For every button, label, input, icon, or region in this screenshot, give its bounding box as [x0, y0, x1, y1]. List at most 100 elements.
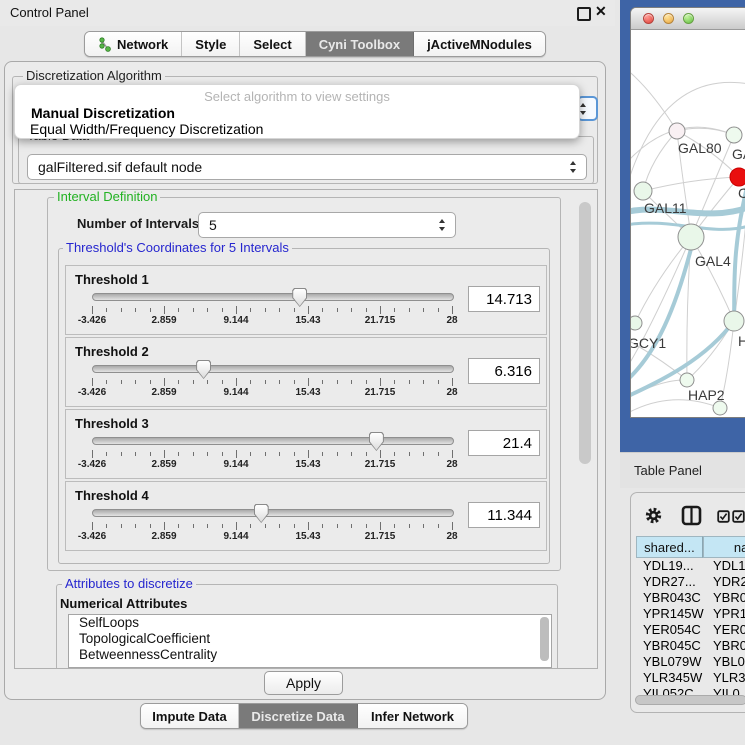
label-gal4: GAL4	[695, 253, 731, 269]
node-gal4[interactable]	[678, 224, 704, 250]
minor-tick	[394, 452, 395, 456]
tab-jactivemnodules[interactable]: jActiveMNodules	[414, 32, 545, 56]
threshold-3-slider-track[interactable]	[92, 437, 454, 445]
slider-scale-labels: -3.426 2.859 9.144 15.43 21.715 28	[92, 387, 452, 399]
minor-tick	[394, 380, 395, 384]
slider-ticks	[92, 450, 452, 459]
threshold-2-slider-thumb[interactable]	[196, 360, 211, 379]
node-bottom[interactable]	[713, 401, 727, 415]
node-selected-red[interactable]	[730, 168, 745, 186]
network-window-titlebar[interactable]	[631, 8, 745, 30]
zoom-traffic-light-icon[interactable]	[683, 13, 694, 24]
dropdown-option-manual[interactable]: Manual Discretization	[31, 105, 175, 121]
num-intervals-combobox[interactable]: 5	[198, 212, 456, 238]
minor-tick	[438, 452, 439, 456]
minor-tick	[250, 308, 251, 312]
threshold-4-slider-thumb[interactable]	[254, 504, 269, 523]
float-window-icon[interactable]	[577, 7, 591, 21]
node-h[interactable]	[724, 311, 744, 331]
table-header-row: shared... na	[636, 536, 745, 558]
threshold-1-value-field[interactable]: 14.713	[468, 286, 540, 312]
table-row[interactable]: YER054CYER0	[636, 622, 745, 638]
node-top-right[interactable]	[726, 127, 742, 143]
major-tick	[308, 450, 309, 458]
minor-tick	[207, 308, 208, 312]
horizontal-scrollbar[interactable]	[635, 695, 745, 705]
minor-tick	[351, 308, 352, 312]
minor-tick	[193, 524, 194, 528]
major-tick	[164, 450, 165, 458]
tab-network[interactable]: Network	[85, 32, 182, 56]
node-hap2[interactable]	[680, 373, 694, 387]
network-canvas[interactable]: GAL80 GA C GAL11 GAL4 GCY1 H HAP2	[631, 29, 745, 418]
major-tick	[236, 306, 237, 314]
major-tick	[452, 378, 453, 386]
threshold-3-slider-thumb[interactable]	[369, 432, 384, 451]
table-row[interactable]: YPR145WYPR1	[636, 606, 745, 622]
list-scrollbar[interactable]	[540, 617, 549, 661]
table-row[interactable]: YBR045CYBR0	[636, 638, 745, 654]
minor-tick	[135, 380, 136, 384]
minor-tick	[178, 452, 179, 456]
table-rows: YDL19...YDL1 YDR27...YDR2 YBR043CYBR0 YP…	[636, 558, 745, 696]
tab-infer-network[interactable]: Infer Network	[358, 704, 467, 728]
threshold-4-slider-track[interactable]	[92, 509, 454, 517]
minor-tick	[193, 380, 194, 384]
list-item[interactable]: SelfLoops	[69, 615, 551, 631]
dropdown-prompt: Select algorithm to view settings	[15, 89, 579, 104]
column-header-shared[interactable]: shared...	[636, 536, 703, 558]
tab-select[interactable]: Select	[240, 32, 305, 56]
threshold-4-label: Threshold 4	[75, 488, 149, 503]
table-row[interactable]: YLR345WYLR3	[636, 670, 745, 686]
apply-button[interactable]: Apply	[264, 671, 343, 695]
vertical-scrollbar[interactable]	[579, 202, 591, 464]
minor-tick	[150, 308, 151, 312]
threshold-2-value-field[interactable]: 6.316	[468, 358, 540, 384]
minor-tick	[178, 380, 179, 384]
list-item[interactable]: BetweennessCentrality	[69, 647, 551, 663]
major-tick	[308, 522, 309, 530]
checkbox-checked-icon[interactable]	[717, 510, 730, 523]
table-row[interactable]: YDR27...YDR2	[636, 574, 745, 590]
close-panel-icon[interactable]: ✕	[595, 3, 607, 20]
minimize-traffic-light-icon[interactable]	[663, 13, 674, 24]
slider-scale-labels: -3.426 2.859 9.144 15.43 21.715 28	[92, 531, 452, 543]
dropdown-option-equal-width[interactable]: Equal Width/Frequency Discretization	[30, 121, 263, 137]
column-header-name[interactable]: na	[703, 536, 745, 558]
threshold-2-slider-track[interactable]	[92, 365, 454, 373]
table-data-combobox[interactable]: galFiltered.sif default node	[27, 154, 587, 180]
num-intervals-value: 5	[209, 217, 217, 233]
tab-impute-data[interactable]: Impute Data	[141, 704, 239, 728]
table-row[interactable]: YBR043CYBR0	[636, 590, 745, 606]
minor-tick	[207, 452, 208, 456]
minor-tick	[222, 308, 223, 312]
algorithm-combo-stepper[interactable]	[577, 96, 598, 121]
checkbox-checked-icon[interactable]	[732, 510, 745, 523]
gear-icon[interactable]	[644, 506, 663, 525]
threshold-1-slider-track[interactable]	[92, 293, 454, 301]
threshold-1-slider-thumb[interactable]	[292, 288, 307, 307]
minor-tick	[409, 524, 410, 528]
stepper-arrows-icon	[580, 103, 587, 115]
tab-discretize-data[interactable]: Discretize Data	[239, 704, 358, 728]
attributes-group-title: Attributes to discretize	[62, 577, 196, 591]
close-traffic-light-icon[interactable]	[643, 13, 654, 24]
node-gcy1[interactable]	[631, 316, 642, 330]
table-row[interactable]: YDL19...YDL1	[636, 558, 745, 574]
threshold-4-value-field[interactable]: 11.344	[468, 502, 540, 528]
node-gal80[interactable]	[669, 123, 685, 139]
major-tick	[92, 378, 93, 386]
tab-cyni-toolbox[interactable]: Cyni Toolbox	[306, 32, 414, 56]
tab-style[interactable]: Style	[182, 32, 240, 56]
minor-tick	[222, 452, 223, 456]
threshold-3-value-field[interactable]: 21.4	[468, 430, 540, 456]
node-gal11[interactable]	[634, 182, 652, 200]
minor-tick	[265, 308, 266, 312]
network-view-window[interactable]: GAL80 GA C GAL11 GAL4 GCY1 H HAP2	[630, 7, 745, 418]
table-panel-title: Table Panel	[634, 463, 702, 478]
table-row[interactable]: YBL079WYBL0	[636, 654, 745, 670]
list-item[interactable]: TopologicalCoefficient	[69, 631, 551, 647]
minor-tick	[351, 380, 352, 384]
minor-tick	[279, 452, 280, 456]
split-columns-icon[interactable]	[681, 505, 702, 526]
